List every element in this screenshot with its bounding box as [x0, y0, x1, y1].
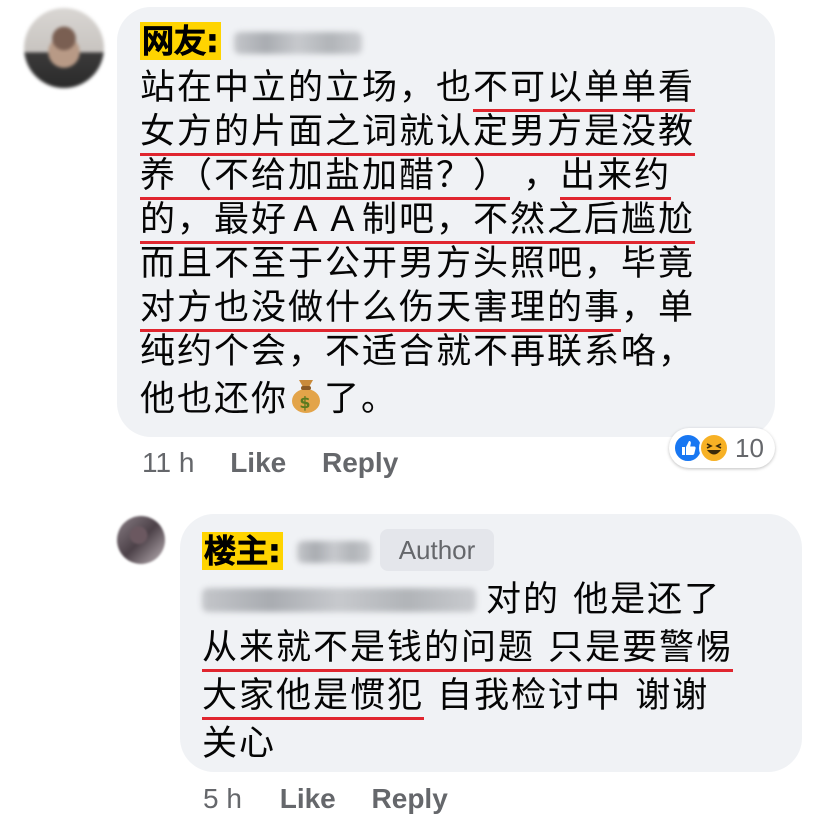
- reply-line: 从来就不是钱的问题 只是要警惕: [202, 626, 734, 672]
- author-badge: Author: [380, 529, 494, 571]
- comment-line: 对方也没做什么伤天害理的事，单: [140, 286, 695, 332]
- svg-text:$: $: [299, 393, 312, 412]
- comment-line: 女方的片面之词就认定男方是没教: [140, 110, 696, 156]
- reply-button[interactable]: Reply: [322, 447, 398, 478]
- comment-line: 的，最好ＡＡ制吧，不然之后尴尬: [140, 198, 696, 244]
- comment-line: 纯约个会，不适合就不再联系咯，: [140, 332, 696, 372]
- author-name-blurred[interactable]: [297, 541, 371, 563]
- reply-line: 关心: [202, 724, 277, 764]
- reaction-summary[interactable]: 10: [669, 428, 775, 468]
- comment-meta: 11 h Like Reply: [142, 447, 398, 479]
- reply-line: 大家他是惯犯 自我检讨中 谢谢: [202, 674, 709, 720]
- commenter-avatar[interactable]: [24, 8, 104, 88]
- reaction-count: 10: [735, 433, 764, 463]
- comment-line: 而且不至于公开男方头照吧，毕竟: [140, 244, 696, 284]
- reply-line: 对的 他是还了: [486, 580, 722, 620]
- comment-time[interactable]: 11 h: [142, 447, 194, 478]
- author-label: 楼主:: [202, 532, 283, 570]
- commenter-name-blurred[interactable]: [234, 32, 362, 54]
- like-button[interactable]: Like: [230, 447, 286, 478]
- comment-line: 站在中立的立场，也不可以单单看: [140, 66, 696, 112]
- reply-button[interactable]: Reply: [372, 783, 448, 814]
- money-bag-icon: $: [288, 376, 324, 425]
- author-avatar[interactable]: [117, 516, 165, 564]
- reply-meta: 5 h Like Reply: [203, 783, 448, 815]
- comment-line: 他也还你 $ 了。: [140, 376, 398, 425]
- mentioned-name-blurred[interactable]: [202, 588, 476, 612]
- haha-icon: [699, 433, 729, 463]
- comment-line: 养（不给加盐加醋？） ，出来约: [140, 154, 672, 200]
- like-button[interactable]: Like: [280, 783, 336, 814]
- reply-time[interactable]: 5 h: [203, 783, 242, 814]
- commenter-label: 网友:: [140, 22, 221, 60]
